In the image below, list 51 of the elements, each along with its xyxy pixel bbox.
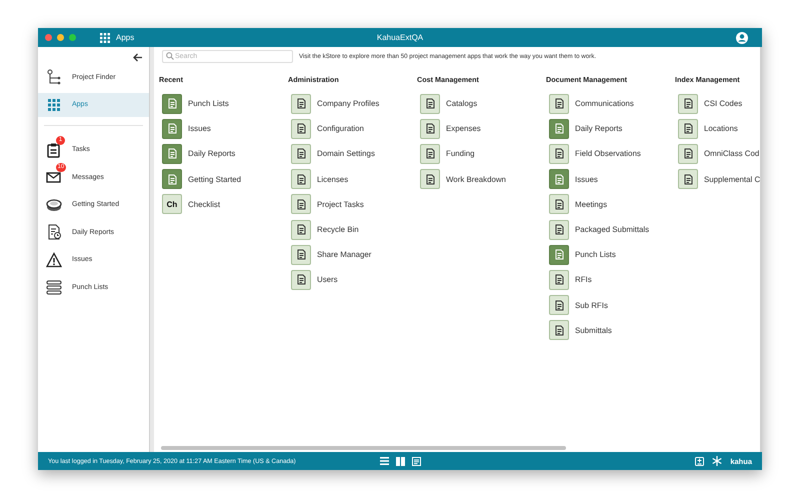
back-arrow-icon[interactable]: [133, 52, 143, 62]
search-icon: [166, 52, 174, 60]
app-tile-icon[interactable]: [162, 144, 182, 164]
app-tile-icon[interactable]: [549, 94, 569, 114]
app-tile-icon[interactable]: [291, 118, 311, 139]
app-tile-icon[interactable]: [549, 220, 569, 240]
report-icon: [46, 224, 62, 240]
scrollbar-thumb[interactable]: [161, 446, 566, 450]
app-tile-icon[interactable]: [678, 118, 698, 139]
app-tile-icon[interactable]: [291, 194, 311, 214]
app-tile-icon[interactable]: [291, 94, 311, 114]
app-tile-icon[interactable]: [678, 144, 698, 164]
app-tile-icon[interactable]: [291, 169, 311, 190]
grid-icon: [46, 96, 62, 112]
app-tile-icon[interactable]: [549, 118, 569, 139]
disc-icon: [46, 196, 62, 212]
app-label: Apps: [116, 33, 134, 42]
app-tile-icon[interactable]: [420, 144, 440, 164]
app-tile-icon[interactable]: [549, 194, 569, 214]
minimize-button[interactable]: [57, 34, 64, 41]
app-tile-icon[interactable]: [291, 270, 311, 290]
app-tile-icon[interactable]: [549, 295, 569, 316]
app-tile-icon[interactable]: [549, 270, 569, 290]
app-tile-icon[interactable]: [162, 118, 182, 139]
grid-icon[interactable]: [100, 32, 110, 42]
columns-view-icon[interactable]: [396, 456, 405, 466]
app-tile-icon[interactable]: [420, 169, 440, 190]
user-icon[interactable]: [736, 32, 748, 44]
app-tile-icon[interactable]: [291, 220, 311, 240]
app-tile-icon[interactable]: [162, 94, 182, 114]
app-tile[interactable]: Ch: [162, 194, 182, 214]
app-tile-icon[interactable]: [291, 144, 311, 164]
app-tile-icon[interactable]: [678, 94, 698, 114]
calculator-icon[interactable]: [695, 456, 704, 466]
tree-icon: [46, 69, 62, 85]
warning-icon: [46, 252, 62, 268]
app-tile-icon[interactable]: [291, 244, 311, 265]
list-icon: [46, 279, 62, 295]
list-view-icon[interactable]: [380, 457, 389, 465]
app-tile-icon[interactable]: [420, 94, 440, 114]
document-view-icon[interactable]: [412, 456, 421, 466]
app-tile-icon[interactable]: [549, 320, 569, 340]
clipboard-icon: [46, 142, 62, 158]
app-tile-icon[interactable]: [420, 118, 440, 139]
window-title: KahuaExtQA: [376, 33, 424, 42]
app-tile-icon[interactable]: [549, 169, 569, 190]
app-tile-icon[interactable]: [162, 169, 182, 190]
app-tile-icon[interactable]: [549, 144, 569, 164]
app-tile-icon[interactable]: [678, 169, 698, 190]
snowflake-icon[interactable]: [712, 456, 722, 466]
app-tile-icon[interactable]: [549, 244, 569, 265]
